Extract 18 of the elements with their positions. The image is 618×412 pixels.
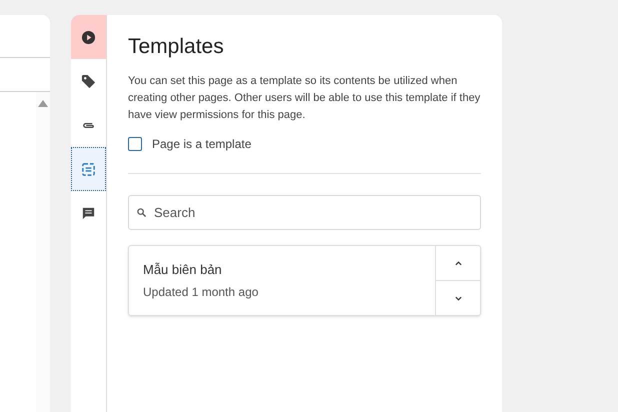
tag-icon xyxy=(81,74,96,88)
template-updated: Updated 1 month ago xyxy=(143,284,260,301)
sidebar-tab[interactable] xyxy=(71,15,106,59)
description: You can set this page as a template so its contents be utilized when creating other pages. Other users will be able to use this template if they have view permissions for this page. xyxy=(128,74,481,123)
search-icon xyxy=(137,208,146,217)
checkbox-label: Page is a template xyxy=(152,136,252,153)
search-field[interactable]: Search xyxy=(128,195,481,230)
template-checkbox[interactable] xyxy=(128,137,142,151)
scroll-up-icon[interactable] xyxy=(38,100,48,107)
comment-icon xyxy=(81,206,96,220)
panel-title: Templates xyxy=(128,34,225,60)
template-icon xyxy=(81,162,96,176)
sidebar-tab[interactable] xyxy=(71,147,106,191)
chevron-down-icon xyxy=(454,296,462,300)
chevron-up-icon xyxy=(454,260,462,266)
scrollbar[interactable] xyxy=(36,92,50,412)
play-icon xyxy=(81,30,96,44)
template-name: Mẫu biên bản xyxy=(143,261,223,280)
